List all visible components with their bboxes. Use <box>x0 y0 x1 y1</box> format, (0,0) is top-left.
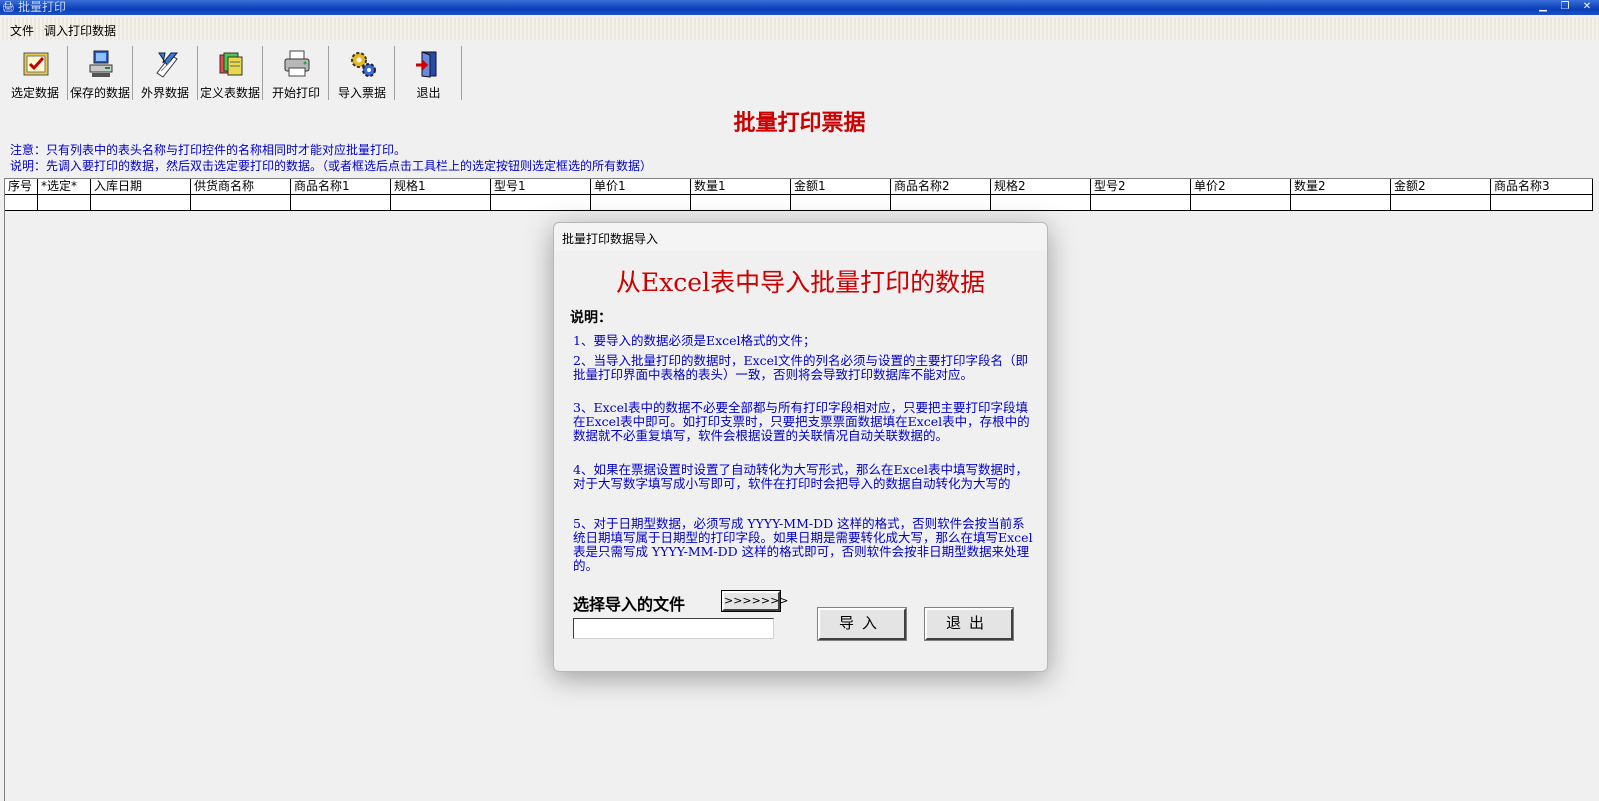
dialog-titlebar[interactable]: 批量打印数据导入 <box>554 223 1047 251</box>
minimize-icon[interactable]: ▁ <box>1537 0 1549 14</box>
page-title: 批量打印票据 <box>733 110 866 136</box>
table-cell[interactable] <box>5 195 38 211</box>
instruction-item-4: 4、如果在票据设置时设置了自动转化为大写形式，那么在Excel表中填写数据时，对… <box>573 462 1029 491</box>
window-controls: ▁ ❐ ✕ <box>1537 0 1593 14</box>
table-cell[interactable] <box>591 195 691 211</box>
column-header[interactable]: 序号 <box>5 179 38 195</box>
window-title: 批量打印 <box>18 0 67 14</box>
instruction-text: 说明：先调入要打印的数据，然后双击选定要打印的数据。（或者框选后点击工具栏上的选… <box>10 159 653 173</box>
notice-text: 注意：只有列表中的表头名称与打印控件的名称相同时才能对应批量打印。 <box>10 143 407 157</box>
exit-door-icon <box>416 51 437 78</box>
dialog-exit-button[interactable]: 退出 <box>924 607 1014 641</box>
column-header[interactable]: 商品名称2 <box>891 179 991 195</box>
import-bills-label: 导入票据 <box>337 86 386 100</box>
select-data-label: 选定数据 <box>10 86 59 100</box>
column-header[interactable]: 金额2 <box>1391 179 1491 195</box>
instruction-item-1: 1、要导入的数据必须是Excel格式的文件； <box>573 333 816 348</box>
checklist-icon <box>23 52 49 76</box>
column-header[interactable]: 规格2 <box>991 179 1091 195</box>
start-print-label: 开始打印 <box>271 86 320 100</box>
table-cell[interactable] <box>891 195 991 211</box>
column-header[interactable]: 数量1 <box>691 179 791 195</box>
window-titlebar: 🖨 批量打印 ▁ ❐ ✕ <box>0 0 1599 15</box>
column-header[interactable]: 供货商名称 <box>191 179 291 195</box>
instruction-item-3: 3、Excel表中的数据不必要全部都与所有打印字段相对应，只要把主要打印字段填在… <box>573 400 1030 443</box>
printer-icon <box>284 50 310 77</box>
import-button[interactable]: 导入 <box>817 607 907 641</box>
column-header[interactable]: 商品名称3 <box>1491 179 1593 195</box>
table-cell[interactable] <box>1491 195 1593 211</box>
instruction-item-5: 5、对于日期型数据，必须写成 YYYY-MM-DD 这样的格式，否则软件会按当前… <box>573 516 1033 573</box>
table-cell[interactable] <box>291 195 391 211</box>
external-data-button[interactable]: 外界数据 <box>133 46 198 100</box>
menu-file[interactable]: 文件 <box>10 22 34 39</box>
table-cell[interactable] <box>791 195 891 211</box>
table-cell[interactable] <box>491 195 591 211</box>
saved-data-button[interactable]: 保存的数据 <box>68 46 133 100</box>
table-row[interactable] <box>5 195 1593 211</box>
column-header[interactable]: 型号1 <box>491 179 591 195</box>
exit-label: 退出 <box>416 86 441 100</box>
column-header[interactable]: 规格1 <box>391 179 491 195</box>
menu-load-print-data[interactable]: 调入打印数据 <box>44 22 116 39</box>
define-table-data-label: 定义表数据 <box>199 86 260 100</box>
exit-button[interactable]: 退出 <box>396 46 461 100</box>
app-icon: 🖨 <box>2 2 15 13</box>
table-cell[interactable] <box>691 195 791 211</box>
select-data-button[interactable]: 选定数据 <box>3 46 68 100</box>
table-cell[interactable] <box>1091 195 1191 211</box>
restore-icon[interactable]: ❐ <box>1559 0 1571 14</box>
dialog-subheading: 说明： <box>570 310 612 326</box>
table-cell[interactable] <box>91 195 191 211</box>
table-cell[interactable] <box>991 195 1091 211</box>
dialog-title: 批量打印数据导入 <box>562 232 659 246</box>
table-cell[interactable] <box>38 195 91 211</box>
column-header[interactable]: 金额1 <box>791 179 891 195</box>
column-header[interactable]: 单价2 <box>1191 179 1291 195</box>
folders-icon <box>219 52 243 76</box>
import-bills-button[interactable]: 导入票据 <box>330 46 395 100</box>
close-icon[interactable]: ✕ <box>1581 0 1593 14</box>
column-header[interactable]: 入库日期 <box>91 179 191 195</box>
column-header[interactable]: 型号2 <box>1091 179 1191 195</box>
instruction-item-2: 2、当导入批量打印的数据时，Excel文件的列名必须与设置的主要打印字段名（即批… <box>573 353 1029 382</box>
browse-button[interactable]: >>>>>>> <box>721 590 789 612</box>
table-cell[interactable] <box>191 195 291 211</box>
file-path-input[interactable] <box>573 618 774 639</box>
table-cell[interactable] <box>1291 195 1391 211</box>
define-table-data-button[interactable]: 定义表数据 <box>198 46 263 100</box>
dialog-heading: 从Excel表中导入批量打印的数据 <box>615 268 986 297</box>
gears-icon <box>351 52 376 77</box>
column-header[interactable]: 单价1 <box>591 179 691 195</box>
toolbar-divider <box>461 46 462 100</box>
menu-bar: 文件 调入打印数据 <box>0 18 1599 40</box>
grid-header: 序号 *选定* 入库日期 供货商名称 商品名称1 规格1 型号1 单价1 数量1… <box>5 179 1593 195</box>
select-file-label: 选择导入的文件 <box>573 595 686 614</box>
column-header[interactable]: *选定* <box>38 179 91 195</box>
table-cell[interactable] <box>1191 195 1291 211</box>
column-header[interactable]: 商品名称1 <box>291 179 391 195</box>
computer-icon <box>89 50 113 77</box>
saved-data-label: 保存的数据 <box>69 86 130 100</box>
start-print-button[interactable]: 开始打印 <box>264 46 329 100</box>
table-cell[interactable] <box>1391 195 1491 211</box>
import-dialog: 批量打印数据导入 从Excel表中导入批量打印的数据 说明： 1、要导入的数据必… <box>553 222 1048 672</box>
external-data-label: 外界数据 <box>140 86 189 100</box>
toolbar: 选定数据 保存的数据 外界数据 定义表数据 开始打印 导入票据 退出 <box>0 44 1599 100</box>
table-cell[interactable] <box>391 195 491 211</box>
column-header[interactable]: 数量2 <box>1291 179 1391 195</box>
import-document-icon <box>156 52 179 78</box>
